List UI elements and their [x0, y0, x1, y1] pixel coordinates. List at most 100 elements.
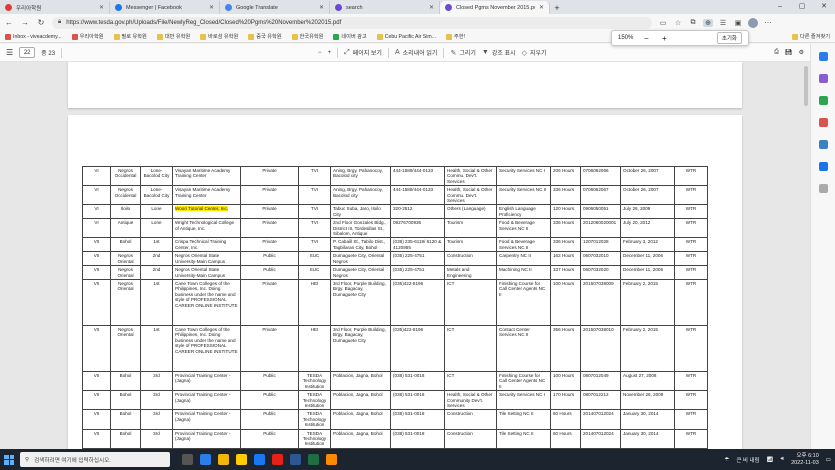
bookmark-item[interactable]: Cebu Pacific Air Sim...: [376, 33, 436, 40]
zoom-icon[interactable]: ⊕: [703, 18, 713, 27]
tab-close-icon[interactable]: ✕: [539, 4, 544, 11]
file-explorer-icon[interactable]: [218, 454, 229, 465]
table-cell: VII: [82, 370, 111, 392]
bookmark-item[interactable]: 네이버 광고: [333, 33, 367, 40]
tools-icon[interactable]: [818, 96, 828, 105]
zoom-in-button[interactable]: +: [328, 50, 332, 56]
table-cell: July 20, 2012: [620, 218, 675, 239]
app-icon[interactable]: [326, 454, 337, 465]
outlook-icon[interactable]: [818, 162, 828, 171]
cell-text: Security Services NC I: [499, 392, 545, 398]
edge-icon[interactable]: [200, 454, 211, 465]
maximize-icon[interactable]: ▢: [791, 0, 813, 14]
page-number-input[interactable]: 22: [19, 47, 36, 58]
bookmark-item[interactable]: 한국유학원: [291, 33, 323, 40]
table-cell: 3rd: [140, 428, 173, 449]
volume-icon[interactable]: 🔊︎: [781, 456, 784, 463]
table-cell: Provincial Training Center - (Jagna): [172, 370, 241, 392]
table-cell: Lone-Bacolod City: [140, 165, 173, 187]
cell-text: WTR: [685, 253, 697, 259]
bookmark-item[interactable]: Inbox - viveacdemy...: [5, 33, 62, 40]
excel-icon[interactable]: [308, 454, 319, 465]
favorites-icon[interactable]: ☰: [718, 19, 728, 27]
table-cell: 356 Hours: [550, 324, 581, 372]
zoom-plus-button[interactable]: +: [659, 34, 669, 43]
split-screen-icon[interactable]: ⧉: [688, 19, 698, 27]
zoom-reset-button[interactable]: 초기화: [716, 32, 742, 44]
favorite-star-icon[interactable]: ☆: [673, 19, 683, 27]
taskbar-search[interactable]: ⚲ 검색하려면 여기에 입력하십시오.: [20, 452, 170, 467]
cell-text: Woori Tutorial Center, Inc.: [175, 206, 229, 212]
settings-gear-icon[interactable]: ⚙: [799, 49, 804, 56]
bookmark-item[interactable]: 우리아학원: [71, 33, 104, 40]
refresh-icon[interactable]: ↻: [36, 18, 46, 27]
network-icon[interactable]: 📶︎: [767, 457, 774, 463]
erase-button[interactable]: ◇ 지우기: [522, 48, 547, 58]
forward-icon[interactable]: →: [20, 18, 30, 27]
tab-close-icon[interactable]: ✕: [429, 4, 434, 11]
clock[interactable]: 오후 6:10 2022-11-03: [791, 453, 819, 467]
pdf-viewer[interactable]: VI Negros Occidental Lone-Bacolod City Visa…: [0, 62, 810, 449]
bookmark-item[interactable]: 중국 유학원: [248, 33, 282, 40]
kakaotalk-icon[interactable]: [236, 454, 247, 465]
tab-close-icon[interactable]: ✕: [99, 4, 104, 11]
highlight-button[interactable]: ▼ 강조 표시: [482, 48, 516, 57]
youtube-icon[interactable]: [272, 454, 283, 465]
table-cell: Security Services NC II: [496, 185, 551, 206]
avatar[interactable]: [748, 17, 758, 28]
table-cell: WTR: [674, 278, 708, 326]
browser-tab[interactable]: Messenger | Facebook ✕: [110, 1, 220, 14]
word-icon[interactable]: [290, 454, 301, 465]
draw-button[interactable]: ✎ 그리기: [450, 48, 475, 58]
new-tab-icon[interactable]: +: [550, 1, 564, 14]
read-mode-icon[interactable]: ▭: [658, 19, 668, 27]
cell-text: 0607032020: [583, 267, 609, 273]
save-icon[interactable]: 💾︎: [785, 49, 793, 56]
task-view-icon[interactable]: [182, 454, 193, 465]
minimize-icon[interactable]: –: [769, 0, 791, 14]
games-icon[interactable]: [818, 118, 828, 127]
windows-start-icon[interactable]: [4, 454, 14, 465]
zoom-out-button[interactable]: −: [318, 50, 322, 56]
notification-icon[interactable]: ▭: [826, 457, 831, 463]
fit-page-button[interactable]: ⤢ 페이지 보기: [344, 48, 382, 58]
table-row: VI Negros Occidental Lone-Bacolod City Visa…: [82, 165, 708, 187]
tab-close-icon[interactable]: ✕: [319, 4, 324, 11]
address-bar[interactable]: 🔒︎ https://www.tesda.gov.ph/Uploads/File…: [52, 16, 652, 29]
add-icon[interactable]: [818, 184, 828, 193]
table-cell: SUC: [298, 251, 331, 267]
table-cell: ICT: [444, 278, 497, 326]
table-cell: 444-1589/444-0133: [390, 165, 445, 187]
contents-icon[interactable]: ☰: [6, 48, 13, 57]
browser-tab[interactable]: Google Translate ✕: [220, 1, 330, 14]
read-aloud-button[interactable]: A 소리내어 읽기: [395, 48, 437, 57]
collections-icon[interactable]: ▣: [733, 19, 743, 27]
bookmark-item[interactable]: 필로 유학원: [113, 33, 147, 40]
browser-tab[interactable]: 우리아학원 ✕: [0, 1, 110, 14]
more-menu-icon[interactable]: ⋯: [763, 19, 773, 27]
facebook-icon[interactable]: [254, 454, 265, 465]
zoom-minus-button[interactable]: −: [641, 34, 651, 43]
table-cell: Tile Setting NC II: [496, 428, 551, 449]
cell-text: Public: [263, 253, 276, 259]
table-row: VII Negros Oriental 1st Cane Town Colleges …: [82, 278, 708, 326]
back-icon[interactable]: ←: [4, 18, 14, 27]
other-bookmarks[interactable]: 다른 즐겨찾기: [791, 33, 830, 40]
shopping-icon[interactable]: [818, 74, 828, 83]
table-cell: 201507038010: [580, 324, 621, 372]
bookmark-item[interactable]: 바로섬 유학원: [200, 33, 238, 40]
browser-tab[interactable]: search ✕: [330, 1, 440, 14]
close-window-icon[interactable]: ✕: [813, 0, 835, 14]
scrollbar[interactable]: [804, 66, 808, 106]
print-icon[interactable]: ⎙: [774, 49, 779, 56]
tab-close-icon[interactable]: ✕: [209, 4, 214, 11]
cell-text: Finishing Course for Call Center Agents …: [499, 372, 546, 389]
search-icon[interactable]: [818, 52, 828, 61]
bookmark-item[interactable]: 대만 유학원: [156, 33, 190, 40]
browser-tab[interactable]: Closed Pgms November 2015.pd ✕: [440, 1, 550, 14]
cell-text: Iloilo: [120, 206, 131, 212]
office-icon[interactable]: [818, 140, 828, 149]
cell-text: 201407012024: [583, 430, 614, 436]
cell-text: 3rd: [153, 411, 160, 417]
bookmark-item[interactable]: 주한!: [446, 33, 465, 40]
